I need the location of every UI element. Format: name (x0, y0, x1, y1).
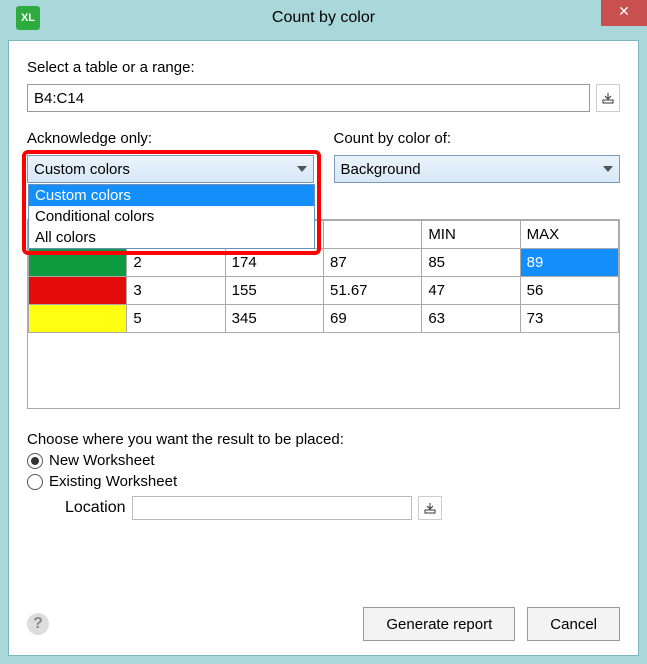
table-cell[interactable]: 56 (520, 277, 618, 305)
location-label: Location (65, 499, 126, 517)
table-cell[interactable]: 47 (422, 277, 520, 305)
location-picker-button[interactable] (418, 496, 442, 520)
acknowledge-selected: Custom colors (34, 161, 130, 178)
colorof-selected: Background (341, 161, 421, 178)
radio-new-worksheet-label: New Worksheet (49, 452, 155, 469)
radio-existing-worksheet[interactable] (27, 474, 43, 490)
range-input[interactable] (27, 84, 590, 112)
dialog-window: XL Count by color ✕ Select a table or a … (0, 0, 647, 664)
collapse-icon (424, 502, 436, 514)
table-cell[interactable]: 345 (225, 305, 323, 333)
table-row: 5345696373 (29, 305, 619, 333)
color-swatch-cell (29, 277, 127, 305)
table-cell[interactable]: 155 (225, 277, 323, 305)
table-cell[interactable]: 87 (323, 249, 421, 277)
close-button[interactable]: ✕ (601, 0, 647, 26)
acknowledge-option[interactable]: All colors (29, 227, 314, 248)
placement-label: Choose where you want the result to be p… (27, 431, 620, 448)
window-title: Count by color (272, 9, 375, 26)
table-cell[interactable]: 2 (127, 249, 225, 277)
chevron-down-icon (603, 166, 613, 172)
acknowledge-label: Acknowledge only: (27, 130, 314, 147)
xl-logo-icon: XL (16, 6, 40, 30)
table-cell[interactable]: 73 (520, 305, 618, 333)
help-button[interactable]: ? (27, 613, 49, 635)
table-cell[interactable]: 63 (422, 305, 520, 333)
table-cell[interactable]: 69 (323, 305, 421, 333)
chevron-down-icon (297, 166, 307, 172)
table-header: MAX (520, 221, 618, 249)
collapse-icon (602, 92, 614, 104)
titlebar: XL Count by color ✕ (0, 0, 647, 36)
table-cell[interactable]: 89 (520, 249, 618, 277)
table-cell[interactable]: 3 (127, 277, 225, 305)
range-picker-button[interactable] (596, 84, 620, 112)
generate-report-button[interactable]: Generate report (363, 607, 515, 641)
table-cell[interactable]: 174 (225, 249, 323, 277)
colorof-dropdown[interactable]: Background (334, 155, 621, 183)
table-row: 2174878589 (29, 249, 619, 277)
location-input[interactable] (132, 496, 412, 520)
radio-existing-worksheet-label: Existing Worksheet (49, 473, 177, 490)
cancel-button[interactable]: Cancel (527, 607, 620, 641)
table-cell[interactable]: 85 (422, 249, 520, 277)
color-swatch-cell (29, 305, 127, 333)
acknowledge-dropdown[interactable]: Custom colors (27, 155, 314, 183)
acknowledge-dropdown-list[interactable]: Custom colorsConditional colorsAll color… (28, 184, 315, 249)
color-swatch-cell (29, 249, 127, 277)
table-header (323, 221, 421, 249)
acknowledge-option[interactable]: Custom colors (29, 185, 314, 206)
dialog-content: Select a table or a range: Acknowledge o… (8, 40, 639, 656)
range-label: Select a table or a range: (27, 59, 620, 76)
table-cell[interactable]: 51.67 (323, 277, 421, 305)
radio-new-worksheet[interactable] (27, 453, 43, 469)
table-header: MIN (422, 221, 520, 249)
acknowledge-option[interactable]: Conditional colors (29, 206, 314, 227)
table-row: 315551.674756 (29, 277, 619, 305)
colorof-label: Count by color of: (334, 130, 621, 147)
table-cell[interactable]: 5 (127, 305, 225, 333)
